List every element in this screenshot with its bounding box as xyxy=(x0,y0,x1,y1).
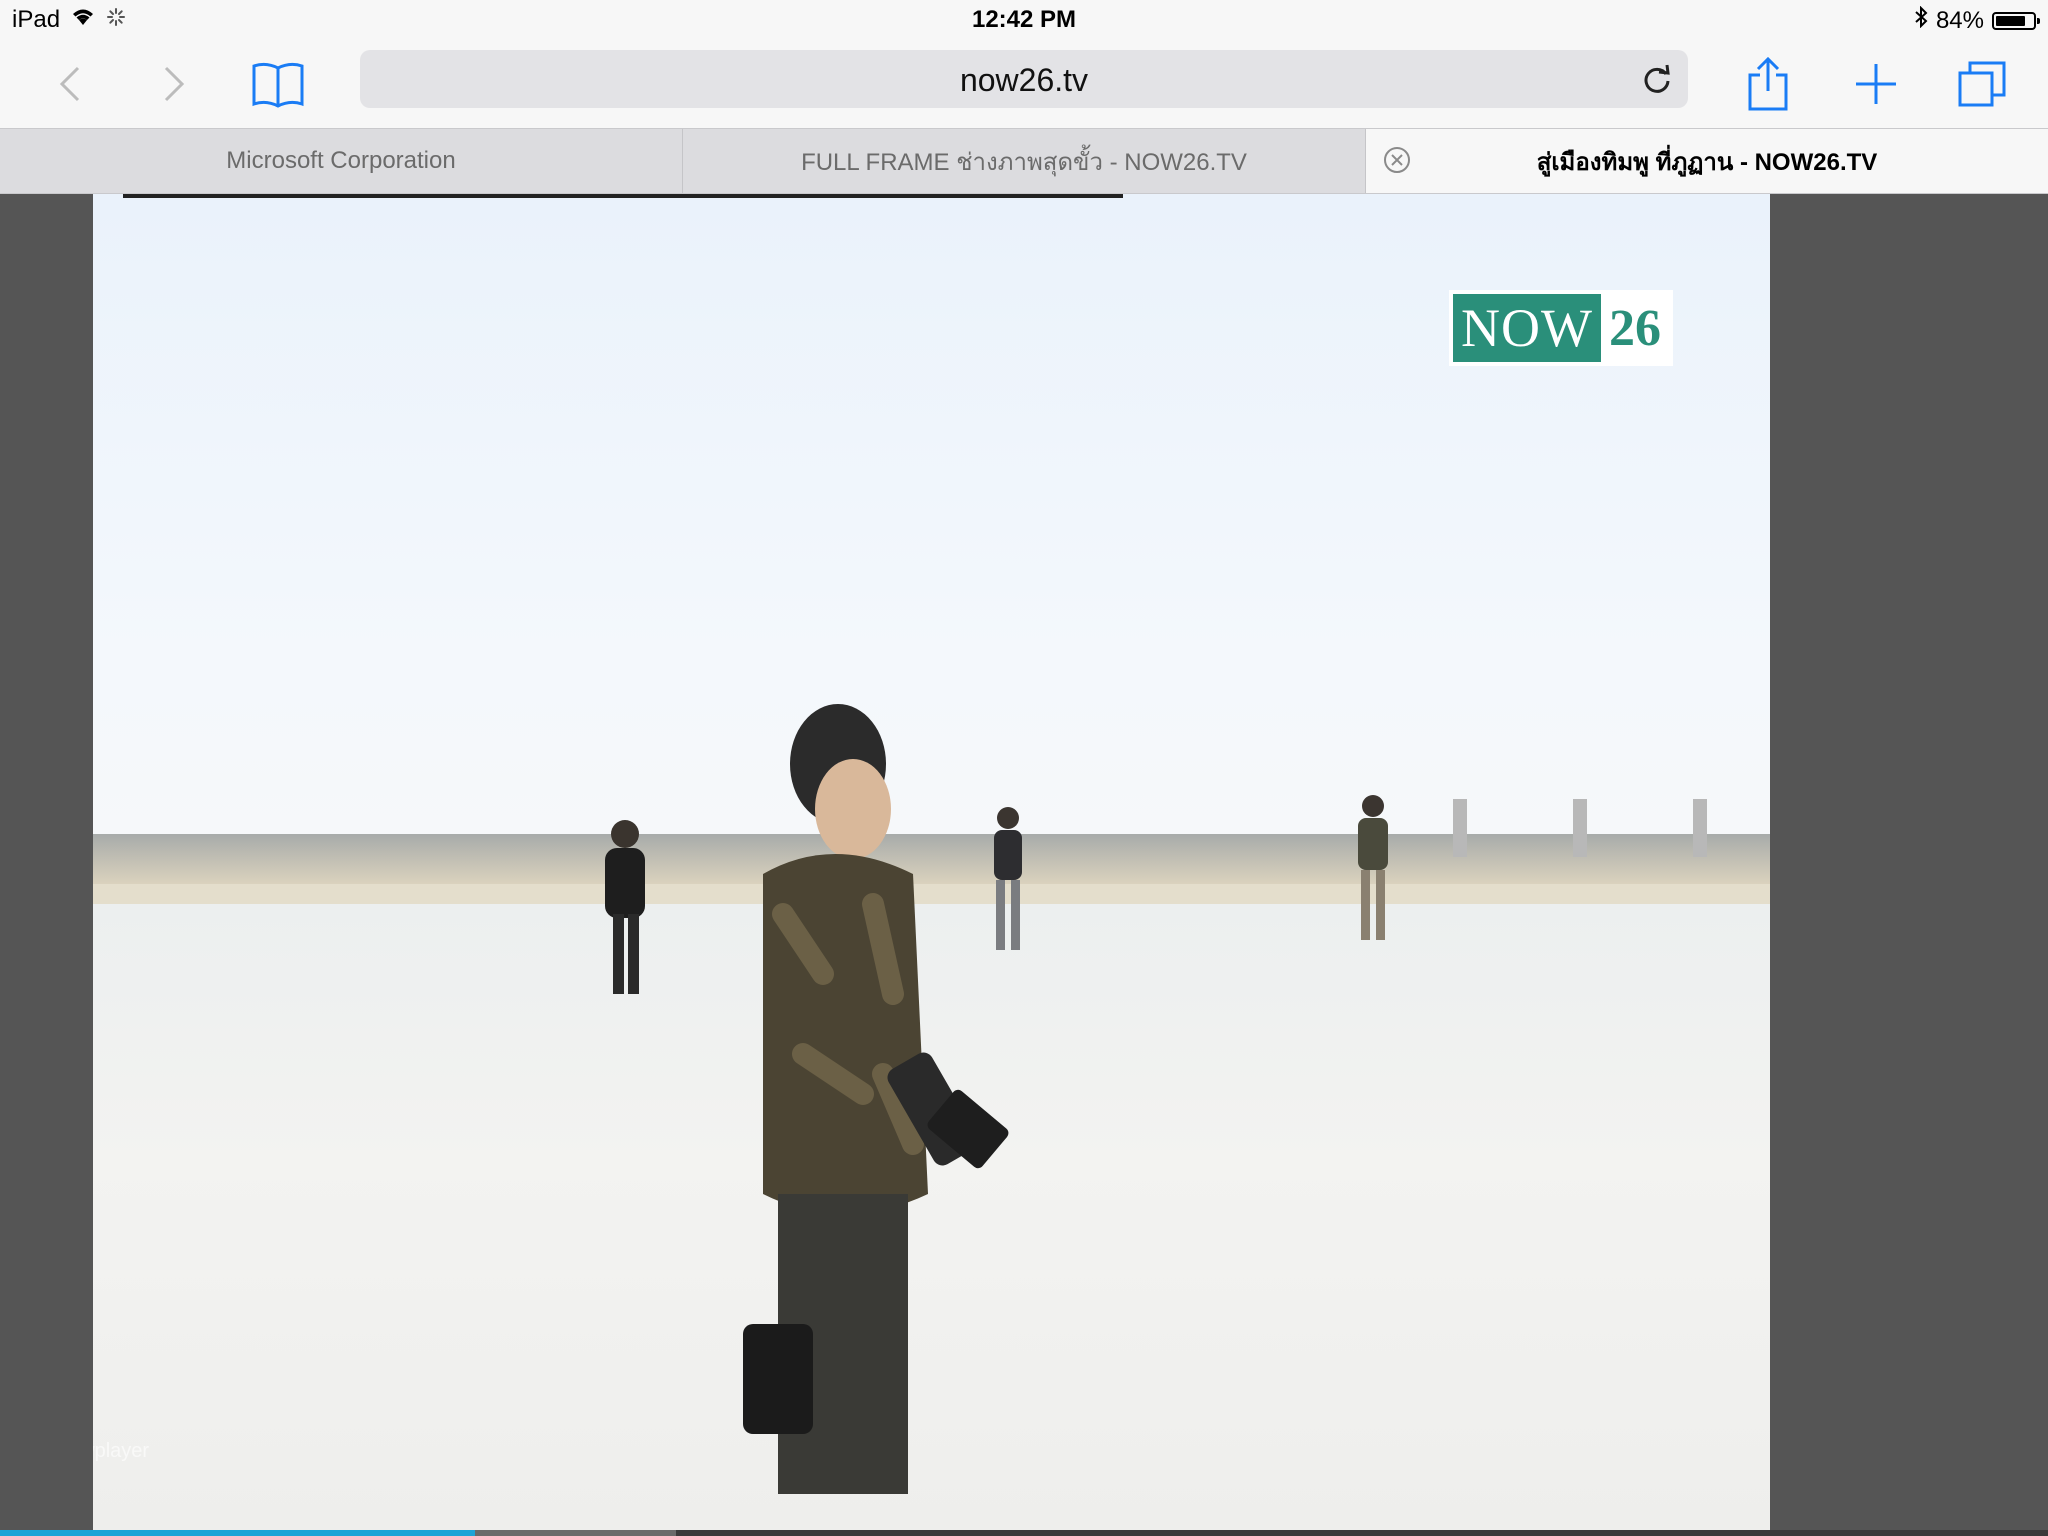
flowplayer-watermark[interactable]: flowplayer xyxy=(93,1440,149,1463)
browser-toolbar: now26.tv xyxy=(0,40,2048,128)
back-button[interactable] xyxy=(40,54,100,114)
plus-icon xyxy=(1856,64,1896,104)
url-text: now26.tv xyxy=(959,62,1089,98)
share-icon xyxy=(1748,57,1788,111)
video-player[interactable]: NOW 26 flowplayer xyxy=(93,194,1770,1532)
bookmarks-button[interactable] xyxy=(248,54,308,114)
tab-label: FULL FRAME ช่างภาพสุดขั้ว - NOW26.TV xyxy=(801,148,1247,176)
standing-person-figure xyxy=(1358,795,1388,940)
logo-number: 26 xyxy=(1600,294,1669,362)
walking-person-figure xyxy=(605,820,645,994)
video-progress-bar[interactable] xyxy=(0,1530,2048,1536)
video-top-strip xyxy=(123,194,1123,198)
bluetooth-icon xyxy=(1914,5,1928,35)
battery-icon xyxy=(1992,11,2040,30)
fence-post xyxy=(1453,799,1467,857)
tabs-icon xyxy=(1958,61,2006,107)
status-time: 12:42 PM xyxy=(971,6,1077,33)
photographer-figure xyxy=(743,704,1009,1494)
address-bar[interactable]: now26.tv xyxy=(360,50,1688,108)
tab-thimphu-active[interactable]: สู่เมืองทิมพู ที่ภูฏาน - NOW26.TV xyxy=(1366,129,2048,193)
tab-label: Microsoft Corporation xyxy=(226,147,456,174)
tabs-overview-button[interactable] xyxy=(1952,54,2012,114)
tab-bar: Microsoft Corporation FULL FRAME ช่างภาพ… xyxy=(0,128,2048,194)
status-right: 84% xyxy=(1914,5,2040,35)
tab-label: สู่เมืองทิมพู ที่ภูฏาน - NOW26.TV xyxy=(1536,148,1878,176)
page-content: NOW 26 flowplayer xyxy=(0,194,2048,1536)
close-tab-icon[interactable] xyxy=(1382,145,1412,175)
forward-button[interactable] xyxy=(144,54,204,114)
fence-post xyxy=(1693,799,1707,857)
tab-microsoft[interactable]: Microsoft Corporation xyxy=(0,129,683,193)
watermark-text: flowplayer xyxy=(93,1440,150,1462)
chevron-right-icon xyxy=(164,66,185,102)
new-tab-button[interactable] xyxy=(1846,54,1906,114)
book-icon xyxy=(252,62,304,108)
battery-percent: 84% xyxy=(1935,6,1984,34)
reload-icon[interactable] xyxy=(1640,62,1674,96)
status-bar: iPad 12:42 PM 84% xyxy=(0,0,2048,40)
share-button[interactable] xyxy=(1738,54,1798,114)
now26-logo: NOW 26 xyxy=(1453,294,1669,362)
chevron-left-icon xyxy=(59,66,80,102)
fence-post xyxy=(1573,799,1587,857)
tab-full-frame[interactable]: FULL FRAME ช่างภาพสุดขั้ว - NOW26.TV xyxy=(683,129,1366,193)
progress-played xyxy=(0,1530,476,1536)
logo-text: NOW xyxy=(1453,294,1601,362)
